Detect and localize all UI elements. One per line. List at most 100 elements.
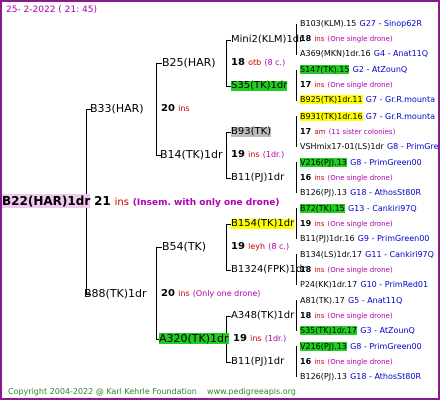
gen4-17-ins: ins — [314, 266, 325, 274]
gen4-row-4[interactable]: S147(TK).15 G2 - AtZounQ — [300, 65, 407, 75]
gen4-1-code: G27 - Sinop62R — [359, 19, 422, 28]
gen4-row-11: 16 ins (One single drone) — [300, 173, 393, 183]
gen4-row-7[interactable]: B931(TK)1dr.16 G7 - Gr.R.mounta — [300, 112, 435, 122]
gen4-23-note: (One single drone) — [327, 358, 393, 366]
gen4-13-name: B72(TK).15 — [300, 204, 345, 213]
gen4-14-ins: ins — [314, 220, 325, 228]
gen4-row-2: 18 ins (One single drone) — [300, 34, 393, 44]
gen4-row-19[interactable]: A81(TK).17 G5 - Anat11Q — [300, 296, 402, 306]
gen4-row-20: 18 ins (One single drone) — [300, 311, 393, 321]
connector-gen1-lower — [156, 247, 157, 340]
connector-gen2-a — [226, 40, 227, 87]
gen4-22-name: V216(PJ).13 — [300, 342, 347, 351]
gen4-17-note: (One single drone) — [327, 266, 393, 274]
gen4-17-count: 18 — [300, 265, 312, 274]
gen4-row-23: 16 ins (One single drone) — [300, 357, 393, 367]
gen4-14-note: (One single drone) — [327, 220, 393, 228]
gen4-3-name: A369(MKN)1dr.16 — [300, 49, 371, 58]
gen4-20-ins: ins — [314, 312, 325, 320]
root-note: (Insem. with only one drone) — [132, 198, 280, 208]
gen2-4-count: 19 — [233, 333, 247, 344]
gen4-row-15[interactable]: B11(PJ)1dr.16 G9 - PrimGreen00 — [300, 234, 429, 244]
gen2-node-1[interactable]: B25(HAR) — [162, 57, 216, 68]
gen4-5-ins: ins — [314, 81, 325, 89]
gen4-row-5: 17 ins (One single drone) — [300, 80, 393, 90]
gen2-info-2: 19 ins (1dr.) — [231, 150, 284, 160]
gen2-3-ins: leyh — [248, 242, 266, 251]
gen4-row-16[interactable]: B134(LS)1dr.17 G11 - Cankiri97Q — [300, 250, 434, 260]
gen4-8-count: 17 — [300, 127, 312, 136]
gen4-10-code: G8 - PrimGreen00 — [350, 158, 422, 167]
gen4-5-note: (One single drone) — [327, 81, 393, 89]
root-node[interactable]: B22(HAR)1dr 21 ins (Insem. with only one… — [2, 194, 280, 208]
gen4-13-code: G13 - Cankiri97Q — [347, 204, 417, 213]
gen4-row-12[interactable]: B126(PJ).13 G18 - AthosSt80R — [300, 188, 421, 198]
gen4-5-count: 17 — [300, 80, 312, 89]
gen4-row-21[interactable]: S35(TK)1dr.17 G3 - AtZounQ — [300, 326, 415, 336]
gen2-node-2[interactable]: B14(TK)1dr — [160, 149, 223, 160]
gen4-8-ins: am — [314, 128, 326, 136]
connector-gen1-upper — [156, 63, 157, 156]
gen4-9-code: G8 - PrimGreen00 — [386, 142, 439, 151]
connector-gen3-8 — [296, 346, 297, 377]
gen4-row-3[interactable]: A369(MKN)1dr.16 G4 - Anat11Q — [300, 49, 428, 59]
connector-gen3-4 — [296, 162, 297, 193]
gen3-node-4[interactable]: B11(PJ)1dr — [231, 173, 284, 183]
gen2-1-ins: otb — [248, 58, 262, 67]
gen4-18-name: P24(KK)1dr.17 — [300, 280, 358, 289]
footer-site-link[interactable]: www.pedigreeapis.org — [207, 387, 296, 396]
gen3-node-7[interactable]: A348(TK)1dr — [231, 311, 294, 321]
gen4-21-code: G3 - AtZounQ — [360, 326, 415, 335]
gen4-16-code: G11 - Cankiri97Q — [365, 250, 434, 259]
gen4-4-name: S147(TK).15 — [300, 65, 350, 74]
gen2-node-3[interactable]: B54(TK) — [162, 241, 206, 252]
gen4-row-22[interactable]: V216(PJ).13 G8 - PrimGreen00 — [300, 342, 422, 352]
gen4-11-count: 16 — [300, 173, 312, 182]
gen4-7-code: G7 - Gr.R.mounta — [365, 112, 436, 121]
connector-gen3-3 — [296, 116, 297, 147]
gen1-2-count: 20 — [161, 288, 175, 299]
footer-copyright: Copyright 2004-2022 @ Karl Kehrle Founda… — [8, 387, 197, 396]
gen4-14-count: 19 — [300, 219, 312, 228]
gen4-2-count: 18 — [300, 34, 312, 43]
gen4-20-count: 18 — [300, 311, 312, 320]
gen4-row-10[interactable]: V216(PJ).13 G8 - PrimGreen00 — [300, 158, 422, 168]
gen4-row-1[interactable]: B103(KLM).15 G27 - Sinop62R — [300, 19, 422, 29]
gen4-24-code: G18 - AthosSt80R — [350, 372, 421, 381]
gen3-node-2[interactable]: S35(TK)1dr — [231, 81, 288, 91]
connector-gen2-c — [226, 224, 227, 271]
gen4-row-13[interactable]: B72(TK).15 G13 - Cankiri97Q — [300, 204, 417, 214]
gen2-info-1: 18 otb (8 c.) — [231, 58, 285, 68]
gen4-row-18[interactable]: P24(KK)1dr.17 G10 - PrimRed01 — [300, 280, 428, 290]
gen4-9-name: VSHmix17-01(LS)1dr — [300, 142, 384, 151]
gen4-row-6[interactable]: B925(TK)1dr.11 G7 - Gr.R.mounta — [300, 95, 435, 105]
gen1-2-note: (Only one drone) — [192, 289, 261, 298]
gen2-2-note: (1dr.) — [262, 150, 285, 159]
gen4-row-9[interactable]: VSHmix17-01(LS)1dr G8 - PrimGreen00 — [300, 142, 439, 152]
gen3-node-5[interactable]: B154(TK)1dr — [231, 219, 295, 229]
gen1-1-count: 20 — [161, 103, 175, 114]
gen4-row-8: 17 am (11 sister colonies) — [300, 127, 395, 137]
gen4-16-name: B134(LS)1dr.17 — [300, 250, 362, 259]
gen4-19-name: A81(TK).17 — [300, 296, 345, 305]
gen2-node-4[interactable]: A320(TK)1dr — [159, 333, 229, 344]
gen3-node-3[interactable]: B93(TK) — [231, 127, 272, 137]
gen4-15-name: B11(PJ)1dr.16 — [300, 234, 355, 243]
gen3-node-6[interactable]: B1324(FPK)1dr — [231, 265, 306, 275]
gen4-row-24[interactable]: B126(PJ).13 G18 - AthosSt80R — [300, 372, 421, 382]
gen3-node-8[interactable]: B11(PJ)1dr — [231, 357, 284, 367]
gen4-2-ins: ins — [314, 35, 325, 43]
gen3-node-1[interactable]: Mini2(KLM)1dr — [231, 35, 303, 45]
gen4-2-note: (One single drone) — [327, 35, 393, 43]
gen4-20-note: (One single drone) — [327, 312, 393, 320]
connector-gen3-5 — [296, 208, 297, 239]
gen4-23-ins: ins — [314, 358, 325, 366]
gen4-row-14: 19 ins (One single drone) — [300, 219, 393, 229]
gen4-18-code: G10 - PrimRed01 — [360, 280, 429, 289]
gen1-node-2[interactable]: B88(TK)1dr — [84, 288, 147, 299]
gen2-2-ins: ins — [248, 150, 260, 159]
gen4-7-name: B931(TK)1dr.16 — [300, 112, 363, 121]
gen4-22-code: G8 - PrimGreen00 — [350, 342, 422, 351]
root-name: B22(HAR)1dr — [2, 194, 91, 208]
gen1-node-1[interactable]: B33(HAR) — [90, 103, 144, 114]
